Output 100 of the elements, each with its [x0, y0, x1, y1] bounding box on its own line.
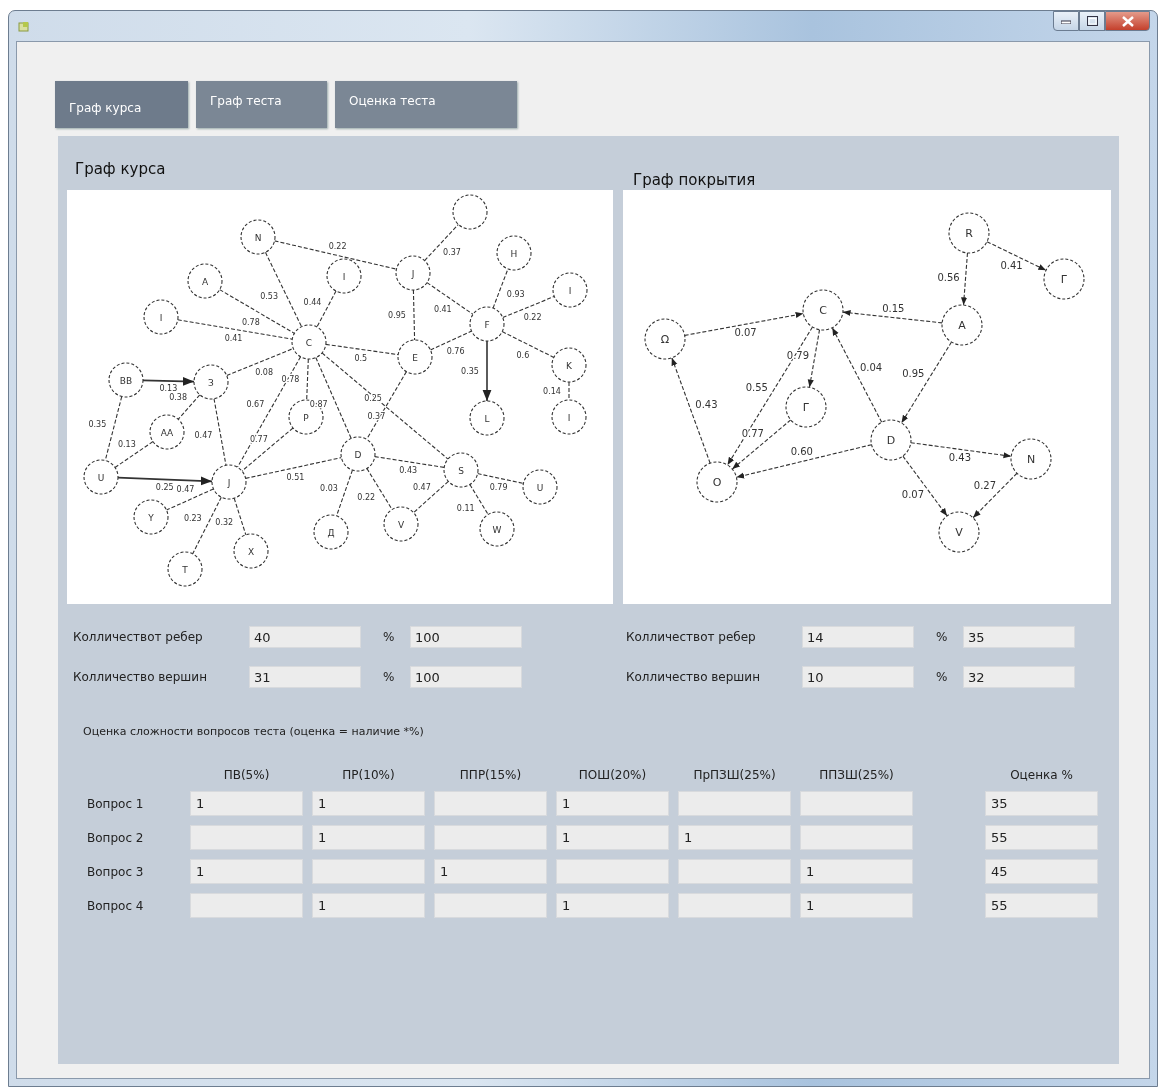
input-field[interactable]: 100 [410, 666, 522, 688]
input-field[interactable]: 31 [249, 666, 361, 688]
graph-node: J [395, 255, 431, 291]
graph-node: З [193, 364, 229, 400]
edge-weight: 0.35 [461, 367, 479, 376]
input-field[interactable]: 1 [190, 791, 303, 816]
input-field[interactable] [678, 859, 791, 884]
edge-weight: 0.11 [456, 503, 475, 513]
input-field[interactable]: 1 [556, 893, 669, 918]
column-header: Оценка % [1009, 768, 1074, 782]
field-label: Колличествот ребер [73, 630, 204, 644]
input-field[interactable] [678, 791, 791, 816]
edge-weight: 0.04 [859, 361, 883, 373]
graph-node: A [187, 263, 223, 299]
row-label: Вопрос 2 [87, 830, 145, 845]
graph-node: J [211, 464, 247, 500]
graph-node: I [143, 299, 179, 335]
tab[interactable]: Граф курса [55, 81, 188, 128]
edge-weight: 0.5 [354, 353, 368, 363]
edge-weight: 0.77 [249, 435, 268, 445]
graph-title: Граф покрытия [633, 170, 757, 190]
input-field[interactable]: 1 [434, 859, 547, 884]
edge-weight: 0.43 [399, 466, 418, 476]
edge-weight: 0.07 [734, 327, 757, 339]
graph-node: BB [108, 362, 144, 398]
graph-node: V [938, 511, 980, 553]
edge-weight: 0.25 [155, 482, 174, 492]
minimize-icon [1061, 18, 1071, 24]
edge-weight: 0.41 [224, 334, 243, 344]
input-field[interactable]: 1 [312, 893, 425, 918]
column-header: ПВ(5%) [222, 768, 271, 782]
input-field[interactable] [190, 825, 303, 850]
input-field[interactable]: 45 [985, 859, 1098, 884]
input-field[interactable]: 55 [985, 893, 1098, 918]
input-field[interactable] [678, 893, 791, 918]
edge-weight: 0.41 [433, 304, 452, 314]
input-field[interactable]: 1 [678, 825, 791, 850]
field-label: Колличество вершин [626, 670, 761, 684]
edge-weight: 0.43 [948, 451, 971, 463]
edge-weight: 0.47 [194, 431, 213, 440]
edge-weight: 0.38 [169, 393, 187, 403]
edge-weight: 0.13 [118, 440, 136, 450]
input-field[interactable]: 32 [963, 666, 1075, 688]
graph-node: D [340, 436, 376, 472]
input-field[interactable] [434, 825, 547, 850]
input-field[interactable]: 55 [985, 825, 1098, 850]
edge-weight: 0.95 [902, 368, 925, 380]
edge-weight: 0.07 [901, 488, 925, 500]
input-field[interactable]: 14 [802, 626, 914, 648]
edge-weight: 0.44 [303, 297, 322, 307]
graph-node: U [83, 459, 119, 495]
input-field[interactable] [434, 893, 547, 918]
input-field[interactable]: 40 [249, 626, 361, 648]
edge-weight: 0.56 [937, 271, 960, 283]
input-field[interactable]: 1 [556, 791, 669, 816]
input-field[interactable]: 35 [985, 791, 1098, 816]
input-field[interactable]: 1 [800, 893, 913, 918]
maximize-button[interactable] [1079, 11, 1105, 31]
input-field[interactable] [190, 893, 303, 918]
table-caption: Оценка сложности вопросов теста (оценка = наличие *%) [83, 725, 425, 738]
graph-node: E [397, 339, 433, 375]
input-field[interactable] [312, 859, 425, 884]
column-header: ППР(15%) [458, 768, 523, 782]
edge-weight: 0.35 [88, 420, 107, 430]
row-label: Вопрос 1 [87, 796, 145, 811]
input-field[interactable]: 1 [312, 825, 425, 850]
close-button[interactable] [1105, 11, 1150, 31]
edge-weight: 0.78 [281, 374, 300, 384]
row-label: Вопрос 4 [87, 898, 145, 913]
edge-weight: 0.41 [1000, 260, 1023, 272]
graph-node: Y [133, 499, 169, 535]
input-field[interactable] [556, 859, 669, 884]
graph-node: N [240, 219, 276, 255]
graph-node: N [1010, 438, 1052, 480]
input-field[interactable]: 1 [190, 859, 303, 884]
graph-node: C [802, 289, 844, 331]
tab[interactable]: Оценка теста [335, 81, 517, 128]
input-field[interactable]: 1 [800, 859, 913, 884]
edge-weight: 0.95 [388, 311, 406, 321]
edge-weight: 0.76 [446, 346, 465, 356]
graph-node: AA [149, 414, 185, 450]
input-field[interactable]: 35 [963, 626, 1075, 648]
input-field[interactable]: 1 [312, 791, 425, 816]
input-field[interactable] [800, 791, 913, 816]
input-field[interactable]: 1 [556, 825, 669, 850]
column-header: ПОШ(20%) [577, 768, 648, 782]
input-field[interactable] [800, 825, 913, 850]
tab[interactable]: Граф теста [196, 81, 327, 128]
graph-node: X [233, 533, 269, 569]
minimize-button[interactable] [1053, 11, 1079, 31]
input-field[interactable] [434, 791, 547, 816]
input-field[interactable]: 100 [410, 626, 522, 648]
graph-node: Д [313, 514, 349, 550]
edge-weight: 0.25 [364, 393, 382, 403]
edge-weight: 0.79 [489, 483, 508, 493]
column-header: ПрПЗШ(25%) [692, 768, 777, 782]
input-field[interactable]: 10 [802, 666, 914, 688]
field-label: Колличествот ребер [626, 630, 757, 644]
edge-weight: 0.93 [506, 290, 525, 300]
graph-node: V [383, 506, 419, 542]
